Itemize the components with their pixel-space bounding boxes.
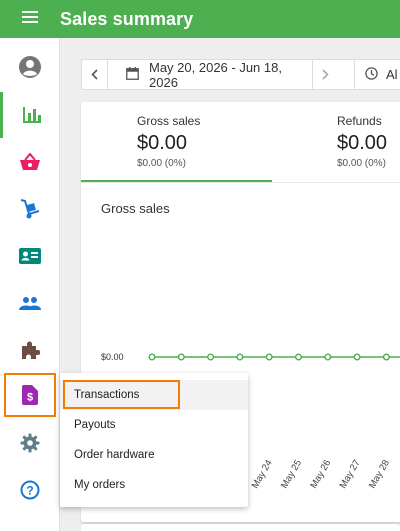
sidebar-item-employees[interactable]	[0, 280, 60, 326]
bar-chart-icon	[22, 106, 42, 124]
data-point[interactable]	[148, 353, 156, 361]
gear-icon	[20, 433, 40, 453]
svg-text:$: $	[27, 392, 33, 404]
data-point[interactable]	[353, 353, 361, 361]
shopping-basket-icon	[19, 153, 41, 171]
contact-card-icon	[19, 248, 41, 264]
chevron-right-icon	[322, 67, 329, 83]
puzzle-icon	[20, 340, 40, 360]
billing-menu: Transactions Payouts Order hardware My o…	[60, 373, 248, 507]
app-bar: Sales summary	[0, 0, 400, 38]
x-tick-label: May 24	[250, 458, 275, 490]
hamburger-icon	[22, 10, 38, 28]
x-tick-label: May 25	[279, 458, 304, 490]
dolly-icon	[19, 198, 41, 220]
next-period-button[interactable]	[312, 60, 338, 89]
menu-item-transactions[interactable]: Transactions	[60, 380, 248, 410]
menu-item-my-orders[interactable]: My orders	[60, 470, 248, 500]
data-point[interactable]	[294, 353, 302, 361]
data-point[interactable]	[236, 353, 244, 361]
menu-item-order-hardware[interactable]: Order hardware	[60, 440, 248, 470]
sidebar-item-items[interactable]	[0, 139, 60, 185]
date-range-button[interactable]: May 20, 2026 - Jun 18, 2026	[108, 59, 312, 90]
data-point[interactable]	[382, 353, 390, 361]
data-point[interactable]	[265, 353, 273, 361]
invoice-dollar-icon: $	[22, 385, 38, 405]
sidebar: $ ?	[0, 38, 60, 531]
sidebar-item-inventory[interactable]	[0, 186, 60, 232]
sidebar-item-customers[interactable]	[0, 233, 60, 279]
data-point[interactable]	[324, 353, 332, 361]
account-circle-icon	[18, 55, 42, 79]
chevron-left-icon	[91, 67, 98, 83]
data-point[interactable]	[177, 353, 185, 361]
calendar-icon	[126, 66, 139, 83]
time-filter-button[interactable]: Al	[354, 59, 400, 90]
x-tick-label: May 28	[367, 458, 392, 490]
time-filter-label: Al	[386, 67, 398, 82]
data-point[interactable]	[207, 353, 215, 361]
sidebar-item-settings[interactable]	[0, 420, 60, 466]
page-title: Sales summary	[60, 8, 194, 29]
date-range-picker: May 20, 2026 - Jun 18, 2026	[81, 59, 400, 90]
y-tick-label: $0.00	[101, 352, 124, 362]
sidebar-item-help[interactable]: ?	[0, 467, 60, 513]
previous-period-button[interactable]	[82, 60, 108, 89]
x-tick-label: May 27	[338, 458, 363, 490]
sidebar-item-reports[interactable]	[0, 92, 60, 138]
x-tick-label: May 26	[308, 458, 333, 490]
help-icon: ?	[20, 480, 40, 500]
clock-icon	[365, 66, 378, 83]
date-range-label: May 20, 2026 - Jun 18, 2026	[149, 59, 282, 90]
people-icon	[19, 296, 41, 310]
menu-item-payouts[interactable]: Payouts	[60, 410, 248, 440]
sidebar-item-account[interactable]	[0, 44, 60, 90]
sidebar-item-integrations[interactable]	[0, 327, 60, 373]
sidebar-item-billing[interactable]: $	[4, 373, 56, 417]
menu-button[interactable]	[0, 0, 60, 38]
next-card	[81, 524, 400, 531]
svg-text:?: ?	[26, 484, 33, 498]
